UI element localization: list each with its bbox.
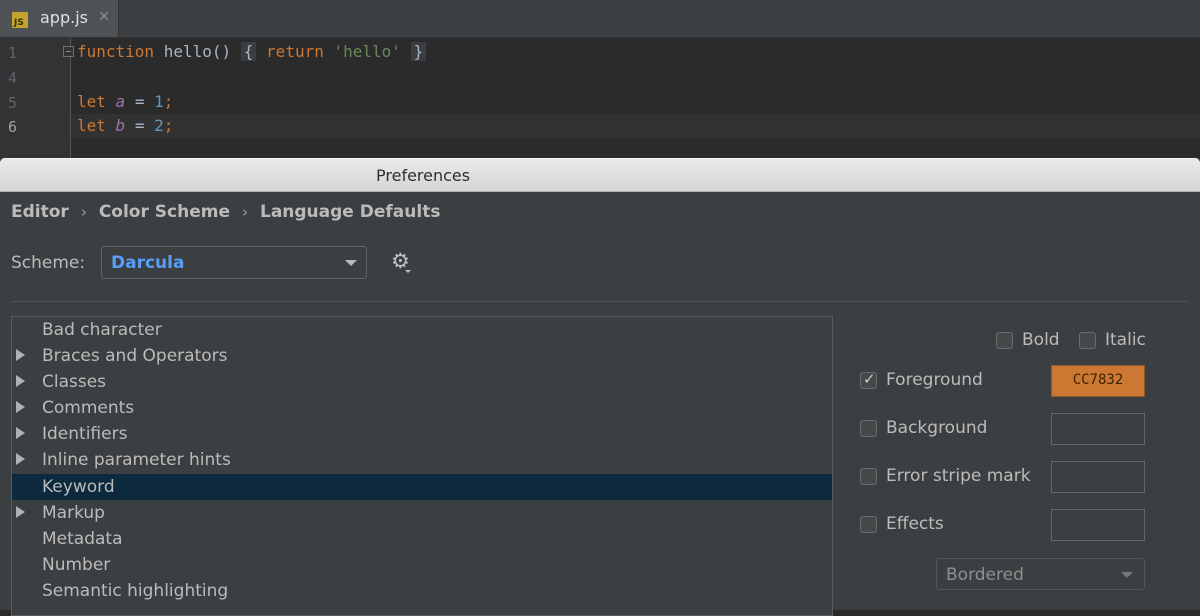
- tree-item-inline-parameter-hints[interactable]: Inline parameter hints: [12, 447, 832, 473]
- background-color-swatch[interactable]: [1051, 413, 1145, 445]
- line-number: 4: [8, 69, 18, 87]
- code-line: let a = 1;: [77, 92, 174, 111]
- effects-type-dropdown[interactable]: Bordered: [936, 558, 1145, 590]
- foreground-label: Foreground: [886, 370, 983, 390]
- code-editor[interactable]: 1 4 5 6 function hello() { return 'hello…: [0, 38, 1200, 158]
- italic-label: Italic: [1105, 330, 1146, 350]
- tab-label: app.js: [40, 8, 88, 27]
- italic-checkbox[interactable]: [1079, 332, 1096, 349]
- divider: [11, 301, 1188, 302]
- tree-item-number[interactable]: Number: [12, 552, 832, 578]
- expand-arrow-icon[interactable]: [16, 375, 25, 387]
- expand-arrow-icon[interactable]: [16, 349, 25, 361]
- fold-icon[interactable]: [63, 46, 74, 57]
- javascript-file-icon: JS: [12, 12, 28, 28]
- error-stripe-label: Error stripe mark: [886, 466, 1031, 486]
- breadcrumb: Editor › Color Scheme › Language Defaults: [11, 202, 440, 222]
- foreground-checkbox[interactable]: [860, 370, 877, 389]
- tree-item-identifiers[interactable]: Identifiers: [12, 421, 832, 447]
- expand-arrow-icon[interactable]: [16, 427, 25, 439]
- chevron-down-icon: [345, 260, 357, 266]
- line-number: 1: [8, 44, 18, 62]
- expand-arrow-icon[interactable]: [16, 453, 25, 465]
- attribute-tree[interactable]: Bad character Braces and Operators Class…: [11, 316, 833, 616]
- tree-item-braces-and-operators[interactable]: Braces and Operators: [12, 343, 832, 369]
- caret-line-highlight: [0, 114, 1200, 138]
- foreground-color-swatch[interactable]: CC7832: [1051, 365, 1145, 397]
- chevron-right-icon: ›: [241, 203, 248, 221]
- error-stripe-checkbox[interactable]: [860, 468, 877, 485]
- line-gutter: 1 4 5 6: [0, 38, 74, 158]
- error-stripe-color-swatch[interactable]: [1051, 461, 1145, 493]
- line-number: 5: [8, 94, 18, 112]
- scheme-label: Scheme:: [11, 253, 86, 273]
- close-tab-icon[interactable]: ✕: [98, 9, 110, 25]
- background-label: Background: [886, 418, 988, 438]
- effects-type-value: Bordered: [946, 565, 1024, 585]
- code-line: function hello() { return 'hello' }: [77, 42, 427, 61]
- line-number: 6: [8, 118, 18, 136]
- editor-tab-bar: JS app.js ✕: [0, 0, 1200, 38]
- scheme-dropdown[interactable]: Darcula: [101, 246, 367, 279]
- effects-color-swatch[interactable]: [1051, 509, 1145, 541]
- tree-item-bad-character[interactable]: Bad character: [12, 317, 832, 343]
- gear-icon[interactable]: ⚙: [391, 251, 410, 272]
- dialog-title-bar[interactable]: Preferences: [0, 158, 1200, 192]
- tree-item-keyword[interactable]: Keyword: [12, 474, 832, 500]
- breadcrumb-language-defaults: Language Defaults: [259, 202, 441, 222]
- breadcrumb-color-scheme[interactable]: Color Scheme: [99, 202, 230, 222]
- breadcrumb-editor[interactable]: Editor: [11, 202, 69, 222]
- scheme-value: Darcula: [111, 253, 185, 273]
- tree-item-markup[interactable]: Markup: [12, 500, 832, 526]
- tree-item-classes[interactable]: Classes: [12, 369, 832, 395]
- tree-item-comments[interactable]: Comments: [12, 395, 832, 421]
- tab-app-js[interactable]: JS app.js ✕: [0, 0, 119, 37]
- expand-arrow-icon[interactable]: [16, 506, 25, 518]
- bold-label: Bold: [1022, 330, 1060, 350]
- preferences-dialog: Preferences Editor › Color Scheme › Language…: [0, 158, 1200, 616]
- code-line: let b = 2;: [77, 116, 174, 135]
- effects-checkbox[interactable]: [860, 516, 877, 533]
- background-checkbox[interactable]: [860, 420, 877, 437]
- effects-label: Effects: [886, 514, 944, 534]
- tree-item-semantic-highlighting[interactable]: Semantic highlighting: [12, 578, 832, 604]
- chevron-right-icon: ›: [80, 203, 87, 221]
- tree-item-metadata[interactable]: Metadata: [12, 526, 832, 552]
- bold-checkbox[interactable]: [996, 332, 1013, 349]
- dialog-title: Preferences: [376, 166, 471, 185]
- expand-arrow-icon[interactable]: [16, 401, 25, 413]
- chevron-down-icon: [1121, 572, 1133, 578]
- caret-down-icon: [405, 270, 411, 273]
